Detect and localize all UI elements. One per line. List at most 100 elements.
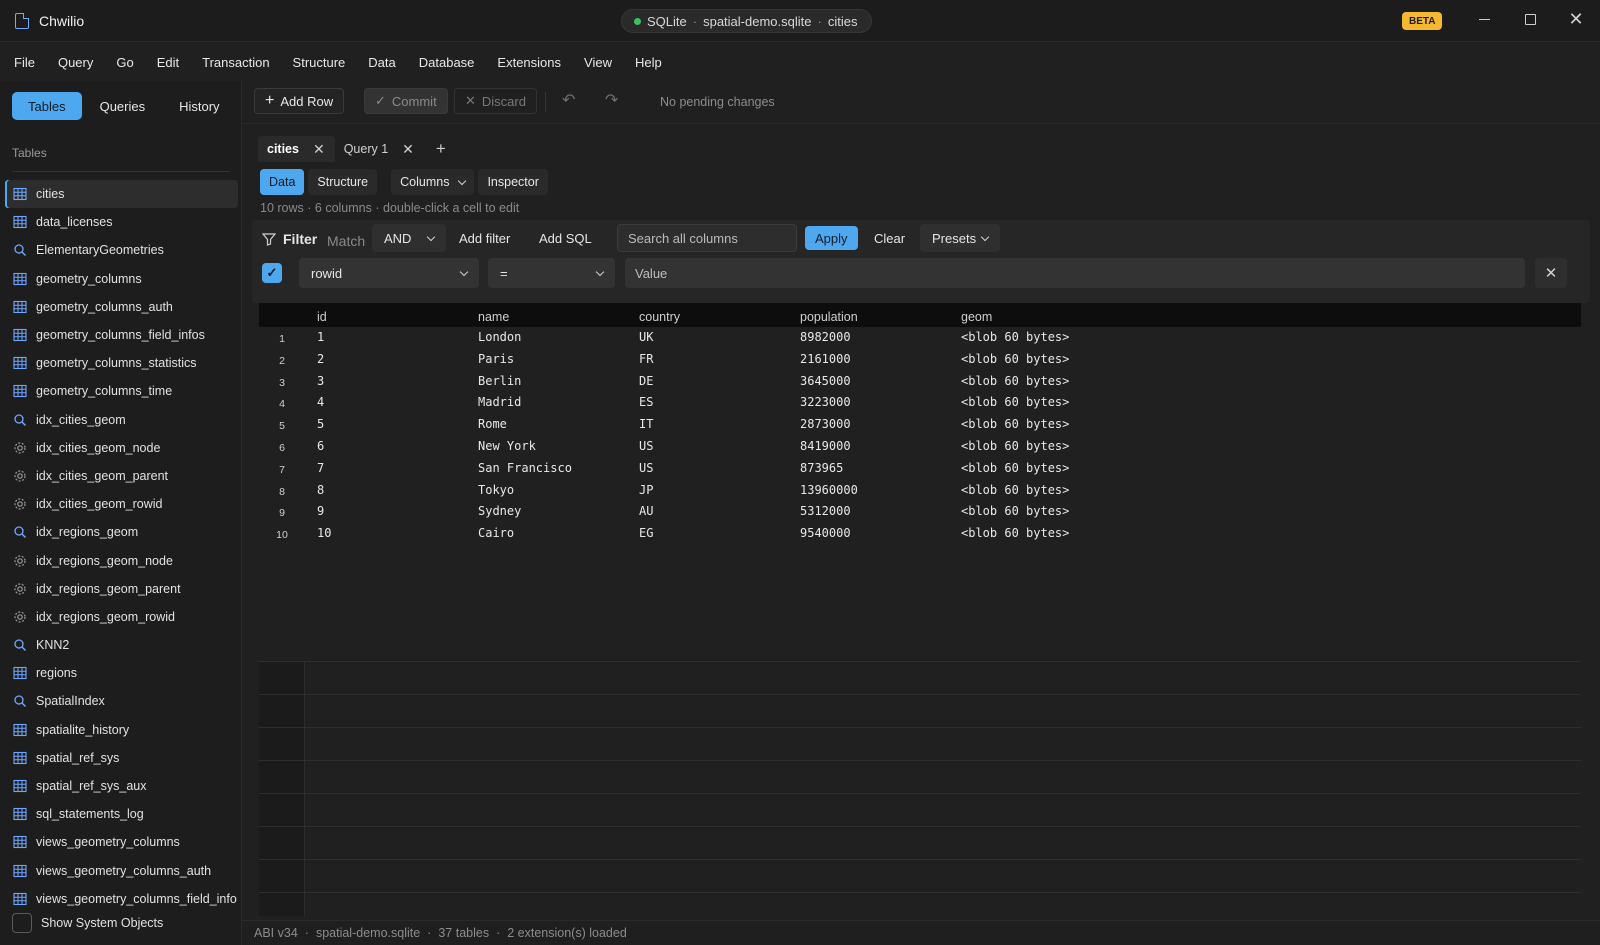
cell-name[interactable]: Berlin [478,374,521,388]
column-header-country[interactable]: country [639,310,680,324]
cell-country[interactable]: US [639,439,653,453]
sidebar-item-views-geometry-columns-field-info[interactable]: views_geometry_columns_field_info [5,885,238,913]
sidebar-item-idx-regions-geom-node[interactable]: idx_regions_geom_node [5,546,238,574]
cell-population[interactable]: 2161000 [800,352,851,366]
column-header-population[interactable]: population [800,310,858,324]
close-icon[interactable]: ✕ [313,141,325,158]
sidebar-item-data-licenses[interactable]: data_licenses [5,208,238,236]
sidebar-item-geometry-columns-auth[interactable]: geometry_columns_auth [5,293,238,321]
cell-population[interactable]: 8982000 [800,330,851,344]
cell-country[interactable]: US [639,461,653,475]
sidebar-item-regions[interactable]: regions [5,659,238,687]
table-row[interactable]: 8 8 Tokyo JP 13960000 <blob 60 bytes> [259,480,1581,502]
sidebar-item-views-geometry-columns-auth[interactable]: views_geometry_columns_auth [5,857,238,885]
sidebar-item-sql-statements-log[interactable]: sql_statements_log [5,800,238,828]
columns-dropdown[interactable]: Columns [391,169,475,195]
cell-name[interactable]: New York [478,439,536,453]
sidebar-item-idx-cities-geom[interactable]: idx_cities_geom [5,406,238,434]
menu-edit[interactable]: Edit [157,55,179,70]
remove-filter-button[interactable]: ✕ [1535,258,1567,288]
table-row[interactable]: 5 5 Rome IT 2873000 <blob 60 bytes> [259,414,1581,436]
sidebar-item-spatialindex[interactable]: SpatialIndex [5,687,238,715]
minimize-button[interactable] [1464,4,1504,34]
sidebar-item-geometry-columns-time[interactable]: geometry_columns_time [5,377,238,405]
cell-population[interactable]: 9540000 [800,526,851,540]
filter-operator-select[interactable]: = [488,258,615,288]
cell-id[interactable]: 3 [317,374,324,388]
cell-id[interactable]: 2 [317,352,324,366]
cell-geom[interactable]: <blob 60 bytes> [961,417,1069,431]
column-header-name[interactable]: name [478,310,509,324]
column-header-geom[interactable]: geom [961,310,992,324]
cell-id[interactable]: 7 [317,461,324,475]
cell-geom[interactable]: <blob 60 bytes> [961,330,1069,344]
sidebar-item-views-geometry-columns[interactable]: views_geometry_columns [5,828,238,856]
sidebar-item-idx-regions-geom-rowid[interactable]: idx_regions_geom_rowid [5,603,238,631]
commit-button[interactable]: ✓ Commit [364,88,448,114]
add-sql-button[interactable]: Add SQL [539,231,592,246]
menu-data[interactable]: Data [368,55,395,70]
clear-button[interactable]: Clear [874,231,905,246]
cell-name[interactable]: Paris [478,352,514,366]
cell-country[interactable]: DE [639,374,653,388]
cell-id[interactable]: 6 [317,439,324,453]
undo-icon[interactable]: ↶ [562,90,575,110]
close-icon[interactable]: ✕ [402,141,414,158]
cell-country[interactable]: EG [639,526,653,540]
maximize-button[interactable] [1510,4,1550,34]
cell-population[interactable]: 13960000 [800,483,858,497]
presets-dropdown[interactable]: Presets [920,224,1000,252]
view-structure-button[interactable]: Structure [308,169,378,195]
redo-icon[interactable]: ↷ [605,90,618,110]
cell-country[interactable]: UK [639,330,653,344]
cell-geom[interactable]: <blob 60 bytes> [961,526,1069,540]
inspector-button[interactable]: Inspector [478,169,548,195]
show-system-objects-toggle[interactable]: Show System Objects [12,913,163,933]
tab-query-1[interactable]: Query 1 ✕ [335,136,424,162]
cell-id[interactable]: 9 [317,504,324,518]
view-data-button[interactable]: Data [260,169,305,195]
menu-structure[interactable]: Structure [293,55,346,70]
cell-geom[interactable]: <blob 60 bytes> [961,374,1069,388]
table-row[interactable]: 10 10 Cairo EG 9540000 <blob 60 bytes> [259,523,1581,545]
menu-help[interactable]: Help [635,55,662,70]
cell-geom[interactable]: <blob 60 bytes> [961,395,1069,409]
sidebar-item-cities[interactable]: cities [5,180,238,209]
menu-file[interactable]: File [14,55,35,70]
new-tab-icon[interactable]: + [436,139,446,159]
checkbox[interactable] [12,913,32,933]
cell-id[interactable]: 10 [317,526,331,540]
sidebar-tab-tables[interactable]: Tables [12,92,82,120]
sidebar-item-geometry-columns-statistics[interactable]: geometry_columns_statistics [5,349,238,377]
sidebar-item-geometry-columns-field-infos[interactable]: geometry_columns_field_infos [5,321,238,349]
table-row[interactable]: 9 9 Sydney AU 5312000 <blob 60 bytes> [259,501,1581,523]
table-row[interactable]: 6 6 New York US 8419000 <blob 60 bytes> [259,436,1581,458]
cell-geom[interactable]: <blob 60 bytes> [961,461,1069,475]
table-row[interactable]: 4 4 Madrid ES 3223000 <blob 60 bytes> [259,392,1581,414]
cell-geom[interactable]: <blob 60 bytes> [961,352,1069,366]
cell-population[interactable]: 3223000 [800,395,851,409]
sidebar-item-geometry-columns[interactable]: geometry_columns [5,265,238,293]
sidebar-item-idx-regions-geom[interactable]: idx_regions_geom [5,518,238,546]
sidebar-tab-queries[interactable]: Queries [84,92,162,120]
search-all-columns-input[interactable]: Search all columns [617,224,797,252]
menu-go[interactable]: Go [116,55,133,70]
table-row[interactable]: 2 2 Paris FR 2161000 <blob 60 bytes> [259,349,1581,371]
sidebar-item-spatial-ref-sys-aux[interactable]: spatial_ref_sys_aux [5,772,238,800]
sidebar-item-knn2[interactable]: KNN2 [5,631,238,659]
add-row-button[interactable]: + Add Row [254,88,345,114]
cell-id[interactable]: 5 [317,417,324,431]
cell-population[interactable]: 8419000 [800,439,851,453]
sidebar-item-idx-cities-geom-rowid[interactable]: idx_cities_geom_rowid [5,490,238,518]
cell-geom[interactable]: <blob 60 bytes> [961,483,1069,497]
sidebar-tab-history[interactable]: History [163,92,235,120]
cell-name[interactable]: Madrid [478,395,521,409]
menu-query[interactable]: Query [58,55,93,70]
cell-geom[interactable]: <blob 60 bytes> [961,439,1069,453]
cell-population[interactable]: 5312000 [800,504,851,518]
sidebar-item-idx-cities-geom-node[interactable]: idx_cities_geom_node [5,434,238,462]
filter-value-input[interactable]: Value [625,258,1525,288]
cell-name[interactable]: Rome [478,417,507,431]
cell-country[interactable]: AU [639,504,653,518]
menu-transaction[interactable]: Transaction [202,55,269,70]
